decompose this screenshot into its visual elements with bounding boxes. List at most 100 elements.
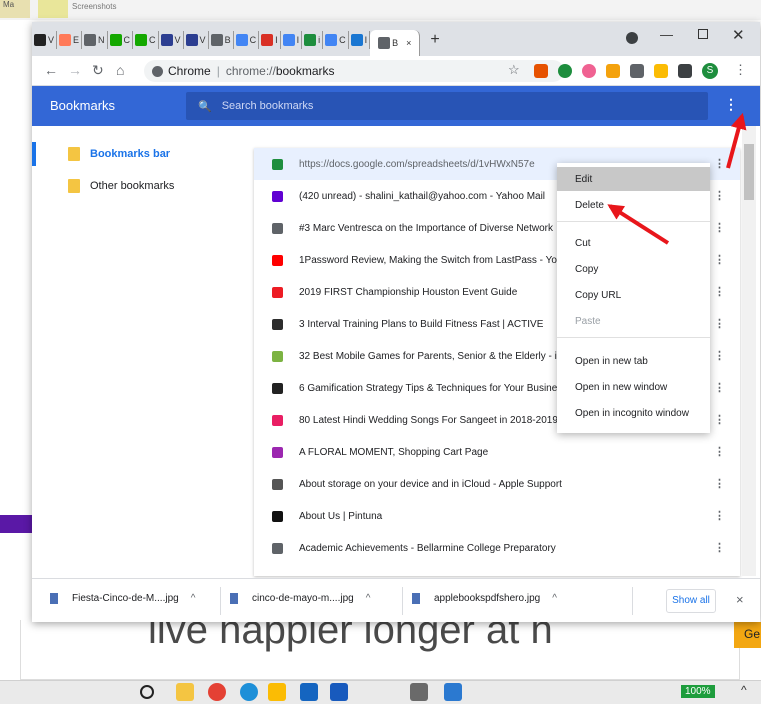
browser-tab[interactable]: V (159, 31, 184, 49)
back-icon[interactable]: ← (44, 62, 58, 78)
row-more-icon[interactable]: ⋮ (714, 253, 725, 266)
row-more-icon[interactable]: ⋮ (714, 349, 725, 362)
background-get-button[interactable]: Ge (734, 622, 761, 648)
address-bar[interactable]: Chrome | chrome://bookmarks (144, 60, 564, 82)
browser-tab[interactable]: C (234, 31, 260, 49)
zoom-indicator[interactable]: 100% (681, 685, 715, 698)
close-tab-icon[interactable]: × (406, 38, 411, 48)
folder-icon (68, 179, 80, 193)
close-download-bar-icon[interactable]: × (736, 592, 744, 607)
extension-icon[interactable] (654, 64, 668, 78)
close-window-button[interactable]: ✕ (732, 26, 745, 44)
row-more-icon[interactable]: ⋮ (714, 221, 725, 234)
bookmark-row[interactable]: About storage on your device and in iClo… (254, 468, 740, 500)
grammarly-icon[interactable] (558, 64, 572, 78)
browser-tab[interactable]: E (57, 31, 83, 49)
bookmark-row[interactable]: About Us | Pintuna ⋮ (254, 500, 740, 532)
background-tab-label: Screenshots (72, 2, 117, 11)
browser-tab[interactable]: N (82, 31, 108, 49)
menu-item-cut[interactable]: Cut (557, 231, 710, 255)
puzzle-icon[interactable] (678, 64, 692, 78)
chrome-icon (152, 65, 163, 77)
scrollbar[interactable] (742, 126, 756, 576)
reload-icon[interactable]: ↻ (92, 62, 104, 79)
home-icon[interactable]: ⌂ (116, 62, 124, 78)
apple-icon (272, 478, 283, 490)
chrome-menu-icon[interactable]: ⋮ (734, 62, 747, 78)
chevron-up-icon[interactable]: ^ (191, 593, 196, 604)
row-more-icon[interactable]: ⋮ (714, 381, 725, 394)
browser-tab[interactable]: I (281, 31, 303, 49)
photos-icon[interactable] (444, 683, 462, 701)
menu-item-open-in-incognito-window[interactable]: Open in incognito window (557, 401, 710, 425)
row-more-icon[interactable]: ⋮ (714, 189, 725, 202)
browser-tab[interactable]: I (349, 31, 371, 49)
word-icon[interactable] (330, 683, 348, 701)
chevron-up-icon[interactable]: ^ (552, 593, 557, 604)
chevron-up-icon[interactable]: ^ (741, 683, 747, 697)
menu-item-copy-url[interactable]: Copy URL (557, 283, 710, 307)
new-tab-button[interactable]: + (430, 31, 439, 49)
row-more-icon[interactable]: ⋮ (714, 157, 725, 170)
extension-icon[interactable] (534, 64, 548, 78)
more-options-icon[interactable]: ⋮ (724, 96, 738, 113)
row-more-icon[interactable]: ⋮ (714, 445, 725, 458)
menu-item-delete[interactable]: Delete (557, 193, 710, 217)
download-item[interactable]: applebookspdfshero.jpg ^ (412, 593, 557, 604)
extension-icon[interactable] (606, 64, 620, 78)
sidebar-item-other-bookmarks[interactable]: Other bookmarks (32, 174, 252, 198)
bookmark-row[interactable]: A FLORAL MOMENT, Shopping Cart Page ⋮ (254, 436, 740, 468)
browser-tab[interactable]: V (32, 31, 58, 49)
menu-item-open-in-new-tab[interactable]: Open in new tab (557, 349, 710, 373)
sidebar-item-bookmarks-bar[interactable]: Bookmarks bar (32, 142, 252, 166)
menu-item-paste[interactable]: Paste (557, 309, 710, 333)
shield-icon[interactable] (300, 683, 318, 701)
sheet-icon (304, 34, 317, 46)
row-more-icon[interactable]: ⋮ (714, 477, 725, 490)
browser-tab[interactable]: V (184, 31, 209, 49)
edge-icon[interactable] (240, 683, 258, 701)
browser-tab[interactable]: C (323, 31, 349, 49)
search-input[interactable]: 🔍 Search bookmarks (186, 92, 708, 120)
row-more-icon[interactable]: ⋮ (714, 509, 725, 522)
maximize-button[interactable] (698, 29, 708, 39)
chevron-up-icon[interactable]: ^ (366, 593, 371, 604)
minimize-button[interactable]: — (660, 27, 673, 42)
bookmark-title: About Us | Pintuna (299, 510, 383, 522)
browser-tab[interactable]: C (108, 31, 134, 49)
menu-item-edit[interactable]: Edit (557, 167, 710, 191)
bookmark-row[interactable]: Academic Achievements - Bellarmine Colle… (254, 532, 740, 564)
search-icon[interactable] (140, 685, 154, 699)
chrome-icon (210, 34, 223, 46)
chrome-icon[interactable] (208, 683, 226, 701)
show-all-button[interactable]: Show all (666, 589, 716, 613)
bookmark-title: Academic Achievements - Bellarmine Colle… (299, 542, 556, 554)
profile-avatar[interactable]: S (702, 63, 718, 79)
browser-tab[interactable]: C (133, 31, 159, 49)
bookmark-title: A FLORAL MOMENT, Shopping Cart Page (299, 446, 489, 458)
checkbox-app-icon[interactable] (410, 683, 428, 701)
tab-search-icon[interactable] (626, 32, 638, 44)
file-explorer-icon[interactable] (176, 683, 194, 701)
row-more-icon[interactable]: ⋮ (714, 317, 725, 330)
extension-icon[interactable] (582, 64, 596, 78)
menu-item-open-in-new-window[interactable]: Open in new window (557, 375, 710, 399)
upwork-icon (109, 34, 122, 46)
row-more-icon[interactable]: ⋮ (714, 285, 725, 298)
bookmark-star-icon[interactable]: ☆ (508, 62, 520, 78)
scrollbar-thumb[interactable] (744, 144, 754, 200)
grid-icon[interactable] (630, 64, 644, 78)
drive-icon[interactable] (268, 683, 286, 701)
browser-tab[interactable]: i (302, 31, 324, 49)
download-item[interactable]: cinco-de-mayo-m....jpg ^ (230, 593, 370, 604)
menu-item-copy[interactable]: Copy (557, 257, 710, 281)
row-more-icon[interactable]: ⋮ (714, 413, 725, 426)
url-host: bookmarks (275, 64, 335, 78)
download-bar: Fiesta-Cinco-de-M....jpg ^ cinco-de-mayo-m… (32, 578, 760, 622)
browser-tab[interactable]: I (259, 31, 281, 49)
tab-bookmarks-active[interactable]: B × (370, 30, 421, 56)
download-item[interactable]: Fiesta-Cinco-de-M....jpg ^ (50, 593, 195, 604)
row-more-icon[interactable]: ⋮ (714, 541, 725, 554)
forward-icon[interactable]: → (68, 62, 82, 78)
browser-tab[interactable]: B (209, 31, 234, 49)
